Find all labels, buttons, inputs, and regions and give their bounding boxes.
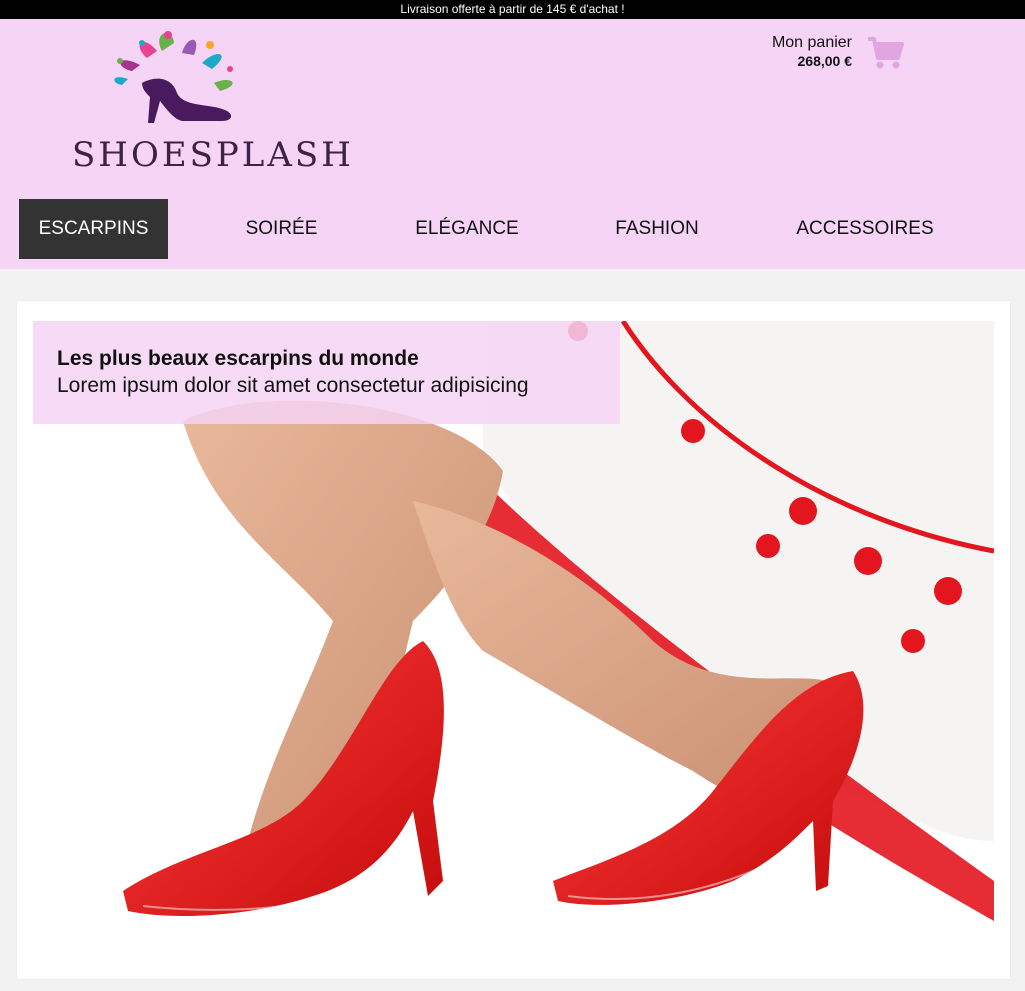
hero-banner: Les plus beaux escarpins du monde Lorem … xyxy=(33,321,620,424)
hero-title: Les plus beaux escarpins du monde xyxy=(57,347,419,370)
site-header: SHOESPLASH Mon panier 268,00 € ESCARPINS… xyxy=(0,19,1025,269)
hero-subtitle: Lorem ipsum dolor sit amet consectetur a… xyxy=(57,374,529,397)
nav-item-escarpins[interactable]: ESCARPINS xyxy=(19,199,168,259)
nav-item-accessoires[interactable]: ACCESSOIRES xyxy=(779,199,951,259)
main-nav: ESCARPINS SOIRÉE ELÉGANCE FASHION ACCESS… xyxy=(19,199,1009,259)
hero-image: Les plus beaux escarpins du monde Lorem … xyxy=(33,321,994,965)
splash-shoe-icon xyxy=(114,31,233,123)
cart-icon[interactable] xyxy=(866,36,904,70)
promo-bar: Livraison offerte à partir de 145 € d'ac… xyxy=(0,0,1025,19)
cart-widget[interactable]: Mon panier 268,00 € xyxy=(730,34,910,84)
hero-card: Les plus beaux escarpins du monde Lorem … xyxy=(17,301,1010,979)
nav-item-fashion[interactable]: FASHION xyxy=(597,199,717,259)
nav-item-elegance[interactable]: ELÉGANCE xyxy=(397,199,537,259)
brand-wordmark: SHOESPLASH xyxy=(72,135,354,175)
cart-total: 268,00 € xyxy=(797,53,853,69)
promo-text: Livraison offerte à partir de 145 € d'ac… xyxy=(400,2,625,16)
cart-label: Mon panier xyxy=(771,34,852,51)
nav-item-soiree[interactable]: SOIRÉE xyxy=(216,199,347,259)
brand-logo[interactable]: SHOESPLASH xyxy=(72,23,354,179)
